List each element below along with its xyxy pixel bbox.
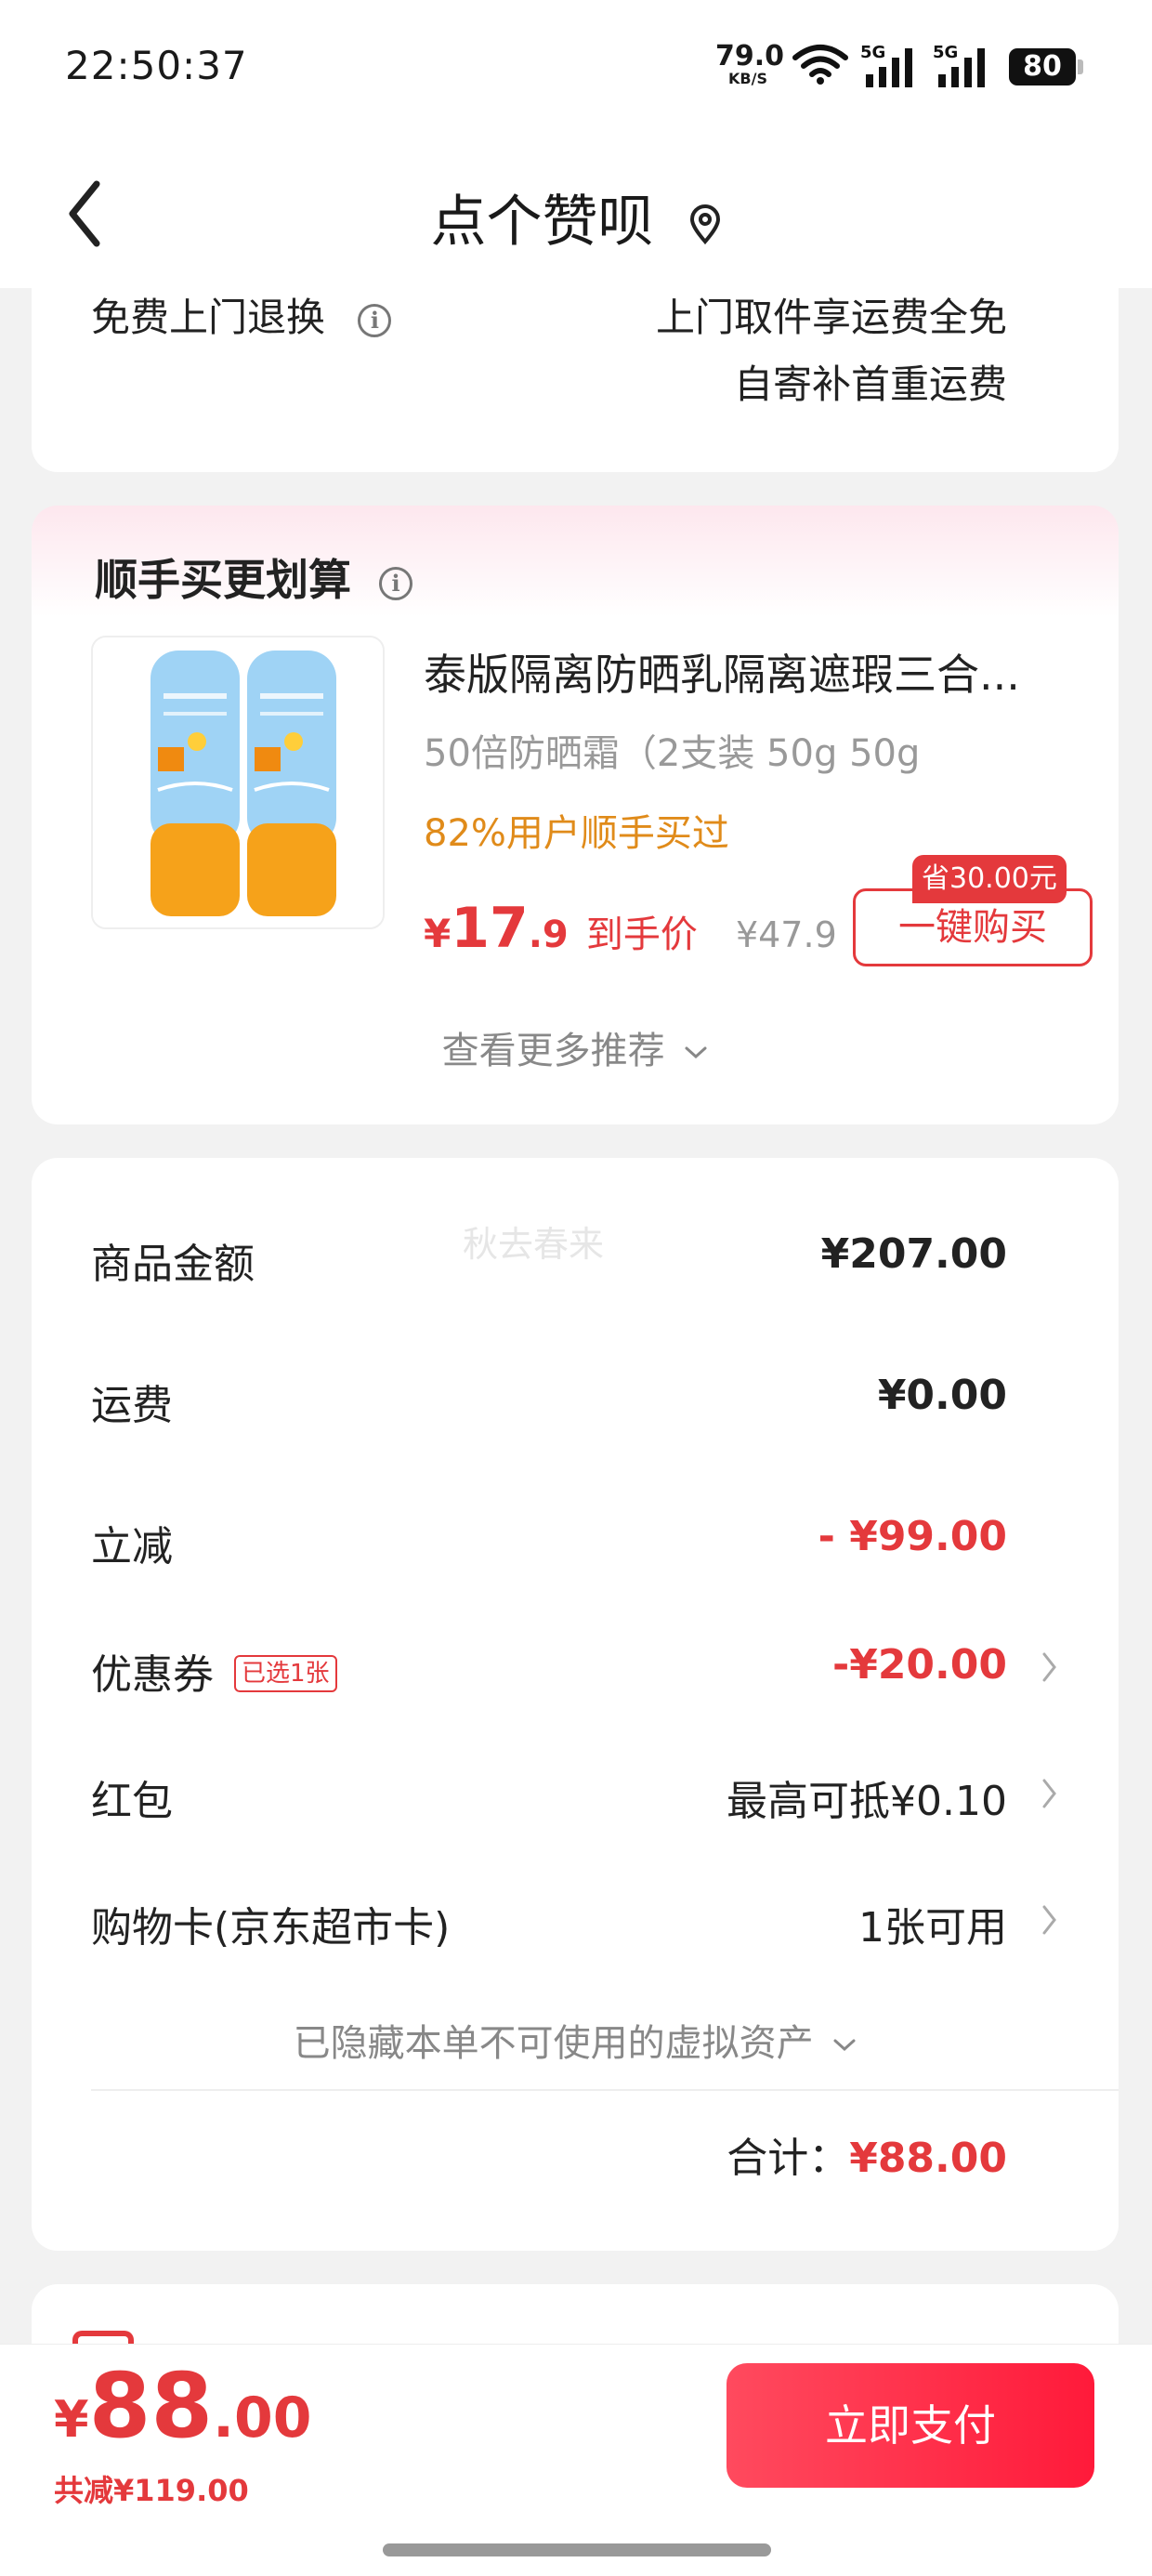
- order-total-label: 合计：: [727, 2135, 850, 2182]
- more-recommendations-link[interactable]: 查看更多推荐: [32, 1020, 1119, 1074]
- summary-row-value: ¥0.00: [877, 1372, 1007, 1419]
- price-decimal: .9: [528, 913, 569, 956]
- summary-row-value: ¥207.00: [820, 1230, 1007, 1278]
- final-price-label: 到手价: [585, 913, 698, 956]
- network-speed: 79.0 KB/S: [715, 40, 785, 87]
- return-detail-line: 自寄补首重运费: [733, 361, 1007, 407]
- summary-row-red-packet[interactable]: 红包 最高可抵¥0.10: [91, 1768, 1007, 1825]
- free-return-label: 免费上门退换: [91, 295, 326, 340]
- status-bar: 22:50:37 79.0 KB/S 5G 5G 80: [0, 0, 1152, 139]
- chevron-down-icon: [685, 1046, 707, 1059]
- price-integer: 17: [451, 896, 529, 961]
- summary-row-coupon[interactable]: 优惠券 已选1张 -¥20.00: [91, 1641, 1007, 1699]
- summary-row-value: 最高可抵¥0.10: [727, 1778, 1007, 1825]
- summary-row-label: 运费: [91, 1382, 173, 1429]
- service-card: 免费上门退换 i 上门取件享运费全免 自寄补首重运费: [32, 260, 1119, 472]
- order-total-value: ¥88.00: [849, 2135, 1007, 2182]
- pay-total-decimal: .00: [213, 2385, 312, 2451]
- summary-row-label: 商品金额: [91, 1241, 255, 1288]
- summary-row-shopping-card[interactable]: 购物卡(京东超市卡) 1张可用: [91, 1894, 1007, 1952]
- summary-row-value: - ¥99.00: [818, 1513, 1007, 1560]
- signal-5g-icon: 5G: [933, 43, 985, 87]
- product-price-row: ¥17.9 到手价 ¥47.9: [424, 896, 837, 961]
- product-image[interactable]: [91, 636, 385, 929]
- sunscreen-product-image: [93, 637, 383, 927]
- pay-total-currency: ¥: [54, 2390, 89, 2449]
- pay-total-integer: 88: [88, 2354, 214, 2458]
- chevron-down-icon: [833, 2039, 856, 2052]
- chevron-right-icon[interactable]: [1041, 1649, 1059, 1686]
- status-time: 22:50:37: [65, 43, 248, 88]
- more-recommendations-label: 查看更多推荐: [441, 1030, 665, 1072]
- divider: [91, 2089, 1119, 2091]
- recommend-title-text: 顺手买更划算: [95, 555, 351, 605]
- summary-row-goods-amount: 商品金额 ¥207.00: [91, 1230, 1007, 1288]
- price-currency: ¥: [424, 911, 452, 956]
- coupon-selected-badge: 已选1张: [234, 1655, 337, 1692]
- summary-row-value: 1张可用: [858, 1904, 1007, 1952]
- home-indicator[interactable]: [383, 2543, 771, 2556]
- page-title-text: 点个赞呗: [430, 190, 654, 255]
- summary-row-instant-discount: 立减 - ¥99.00: [91, 1513, 1007, 1571]
- location-pin-icon[interactable]: [688, 204, 722, 245]
- page-title: 点个赞呗: [0, 177, 1152, 257]
- hidden-assets-toggle[interactable]: 已隐藏本单不可使用的虚拟资产: [32, 2013, 1119, 2067]
- total-saved: 共减¥119.00: [54, 2473, 249, 2508]
- summary-row-label: 优惠券 已选1张: [91, 1641, 337, 1701]
- recommend-card: 顺手买更划算 i 泰版隔离防晒乳隔离遮瑕三合... 50倍防晒霜（2支装 50g…: [32, 506, 1119, 1124]
- wifi-icon: [792, 45, 848, 85]
- coupon-label: 优惠券: [91, 1651, 214, 1699]
- summary-row-label: 立减: [91, 1523, 173, 1571]
- return-detail-line: 上门取件享运费全免: [655, 295, 1007, 340]
- pay-total-amount: ¥88.00: [54, 2361, 311, 2451]
- save-amount-badge: 省30.00元: [912, 855, 1067, 903]
- product-buyers-rate: 82%用户顺手买过: [424, 812, 729, 855]
- hidden-assets-label: 已隐藏本单不可使用的虚拟资产: [293, 2022, 814, 2065]
- info-icon[interactable]: i: [379, 566, 413, 600]
- network-speed-unit: KB/S: [728, 70, 767, 87]
- chevron-right-icon[interactable]: [1041, 1901, 1059, 1939]
- product-name[interactable]: 泰版隔离防晒乳隔离遮瑕三合...: [424, 641, 1074, 703]
- order-total: 合计：¥88.00: [727, 2124, 1007, 2184]
- chevron-right-icon[interactable]: [1041, 1775, 1059, 1812]
- product-spec: 50倍防晒霜（2支装 50g 50g: [424, 732, 921, 775]
- summary-row-value: -¥20.00: [831, 1641, 1007, 1689]
- network-speed-value: 79.0: [715, 40, 785, 72]
- free-return-row: 免费上门退换 i: [91, 286, 392, 343]
- summary-row-label: 红包: [91, 1778, 173, 1825]
- recommend-title: 顺手买更划算 i: [95, 546, 413, 608]
- svg-text:5G: 5G: [860, 43, 885, 62]
- pay-now-button[interactable]: 立即支付: [727, 2363, 1094, 2488]
- summary-row-label: 购物卡(京东超市卡): [91, 1904, 451, 1952]
- signal-5g-icon: 5G: [860, 43, 912, 87]
- battery-icon: 80: [1009, 48, 1083, 85]
- summary-row-shipping: 运费 ¥0.00: [91, 1372, 1007, 1429]
- price-summary-card: 秋去春来 商品金额 ¥207.00 运费 ¥0.00 立减 - ¥99.00 优…: [32, 1158, 1119, 2251]
- svg-text:5G: 5G: [933, 43, 958, 62]
- original-price: ¥47.9: [735, 914, 837, 955]
- checkout-bar: ¥88.00 共减¥119.00 立即支付: [0, 2344, 1152, 2576]
- info-icon[interactable]: i: [358, 303, 392, 337]
